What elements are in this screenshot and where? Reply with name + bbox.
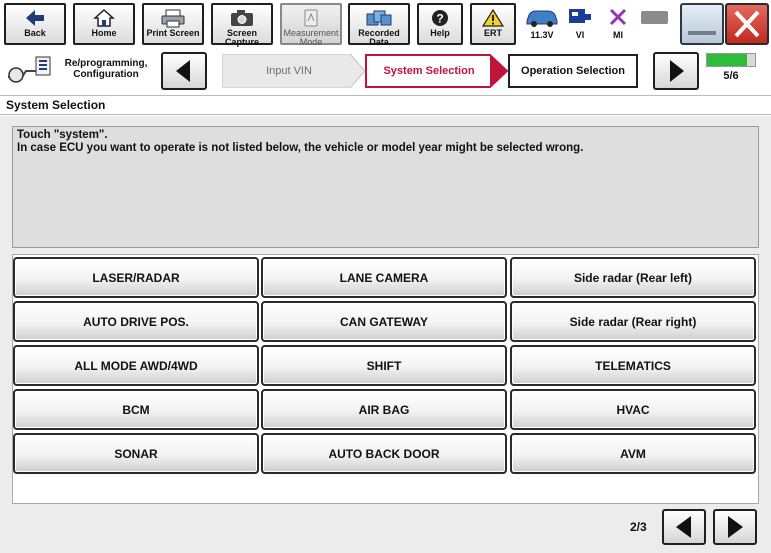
step-progress-bar [706, 53, 756, 67]
step-operation-selection-label: Operation Selection [521, 65, 625, 77]
close-button[interactable] [725, 3, 769, 45]
reprogramming-configuration-mode: Re/programming, Configuration [4, 51, 154, 91]
system-button-shift[interactable]: SHIFT [261, 345, 507, 386]
vi-status: VI [566, 4, 594, 44]
measurement-label-2: Mode [299, 37, 323, 47]
triangle-left-icon [176, 60, 190, 82]
toolbar: Back Home Print Screen Screen Capture Me… [0, 0, 771, 48]
svg-text:?: ? [436, 12, 443, 26]
car-icon [526, 10, 558, 27]
print-screen-label: Print Screen [146, 28, 200, 38]
battery-voltage-status: 11.3V [522, 4, 562, 44]
reprogramming-label-line2: Configuration [73, 69, 139, 80]
system-button-side-radar-rear-right[interactable]: Side radar (Rear right) [510, 301, 756, 342]
system-button-auto-drive-pos[interactable]: AUTO DRIVE POS. [13, 301, 259, 342]
mi-status: MI [604, 4, 632, 44]
step-system-selection-label: System Selection [383, 65, 475, 77]
camera-icon [231, 10, 253, 26]
system-button-can-gateway[interactable]: CAN GATEWAY [261, 301, 507, 342]
mi-disconnected-icon [609, 8, 627, 26]
screen-capture-label-2: Capture [224, 37, 259, 47]
step-progress-fill [707, 54, 747, 66]
system-button-all-mode-awd-4wd[interactable]: ALL MODE AWD/4WD [13, 345, 259, 386]
vi-label: VI [575, 30, 585, 40]
recorded-data-button[interactable]: Recorded Data [348, 3, 410, 47]
section-title-bar: System Selection [0, 95, 771, 115]
triangle-left-icon [676, 516, 691, 538]
system-button-avm[interactable]: AVM [510, 433, 756, 474]
next-page-button[interactable] [713, 509, 757, 545]
system-button-air-bag[interactable]: AIR BAG [261, 389, 507, 430]
system-button-sonar[interactable]: SONAR [13, 433, 259, 474]
triangle-right-icon [728, 516, 743, 538]
triangle-right-icon [670, 60, 684, 82]
back-arrow-icon [26, 10, 44, 26]
screen-capture-button[interactable]: Screen Capture [211, 3, 273, 47]
page-indicator: 2/3 [630, 520, 647, 534]
help-label: Help [430, 28, 450, 38]
page-title: System Selection [6, 98, 106, 112]
reprogramming-icon [8, 56, 51, 83]
measurement-icon [304, 9, 318, 27]
home-icon [93, 8, 115, 27]
system-button-side-radar-rear-left[interactable]: Side radar (Rear left) [510, 257, 756, 298]
recorded-data-icon [366, 10, 392, 26]
close-icon [734, 10, 760, 38]
system-button-grid: LASER/RADAR LANE CAMERA Side radar (Rear l… [12, 254, 759, 504]
system-button-laser-radar[interactable]: LASER/RADAR [13, 257, 259, 298]
step-input-vin: Input VIN [222, 54, 366, 88]
back-button[interactable]: Back [4, 3, 66, 45]
back-label: Back [24, 28, 46, 38]
home-button[interactable]: Home [73, 3, 135, 45]
pager: 2/3 [0, 504, 771, 553]
step-operation-selection: Operation Selection [508, 54, 638, 88]
previous-step-button[interactable] [161, 52, 207, 90]
step-progress-label: 5/6 [723, 70, 739, 82]
system-button-telematics[interactable]: TELEMATICS [510, 345, 756, 386]
system-button-bcm[interactable]: BCM [13, 389, 259, 430]
mi-device-icon [641, 11, 668, 24]
step-input-vin-label: Input VIN [266, 65, 312, 77]
print-screen-button[interactable]: Print Screen [142, 3, 204, 45]
system-button-lane-camera[interactable]: LANE CAMERA [261, 257, 507, 298]
warning-icon [482, 8, 504, 27]
mi-label: MI [613, 30, 623, 40]
vi-device-icon [569, 9, 591, 23]
system-button-hvac[interactable]: HVAC [510, 389, 756, 430]
system-button-auto-back-door[interactable]: AUTO BACK DOOR [261, 433, 507, 474]
mi-device-status [638, 4, 672, 44]
step-system-selection: System Selection [364, 54, 510, 88]
home-label: Home [91, 28, 117, 38]
minimize-icon [688, 31, 716, 35]
printer-icon [161, 9, 185, 28]
next-step-button[interactable] [653, 52, 699, 90]
instruction-line-1: Touch "system". [17, 129, 108, 141]
previous-page-button[interactable] [662, 509, 706, 545]
instruction-line-2: In case ECU you want to operate is not l… [17, 142, 584, 154]
instruction-message: Touch "system". In case ECU you want to … [12, 126, 759, 248]
voltage-value: 11.3V [530, 30, 554, 40]
ert-button[interactable]: ERT [470, 3, 516, 45]
minimize-button[interactable] [680, 3, 724, 45]
ert-label: ERT [484, 28, 502, 38]
reprogramming-label-line1: Re/programming, [64, 58, 148, 69]
navigation-row: Re/programming, Configuration Input VIN … [0, 48, 771, 94]
main-panel: Touch "system". In case ECU you want to … [0, 116, 771, 553]
help-button[interactable]: ? Help [417, 3, 463, 45]
reprogramming-label: Re/programming, Configuration [56, 58, 156, 80]
help-icon: ? [432, 10, 448, 26]
measurement-mode-button[interactable]: Measurement Mode [280, 3, 342, 47]
recorded-data-label-2: Data [369, 37, 389, 47]
